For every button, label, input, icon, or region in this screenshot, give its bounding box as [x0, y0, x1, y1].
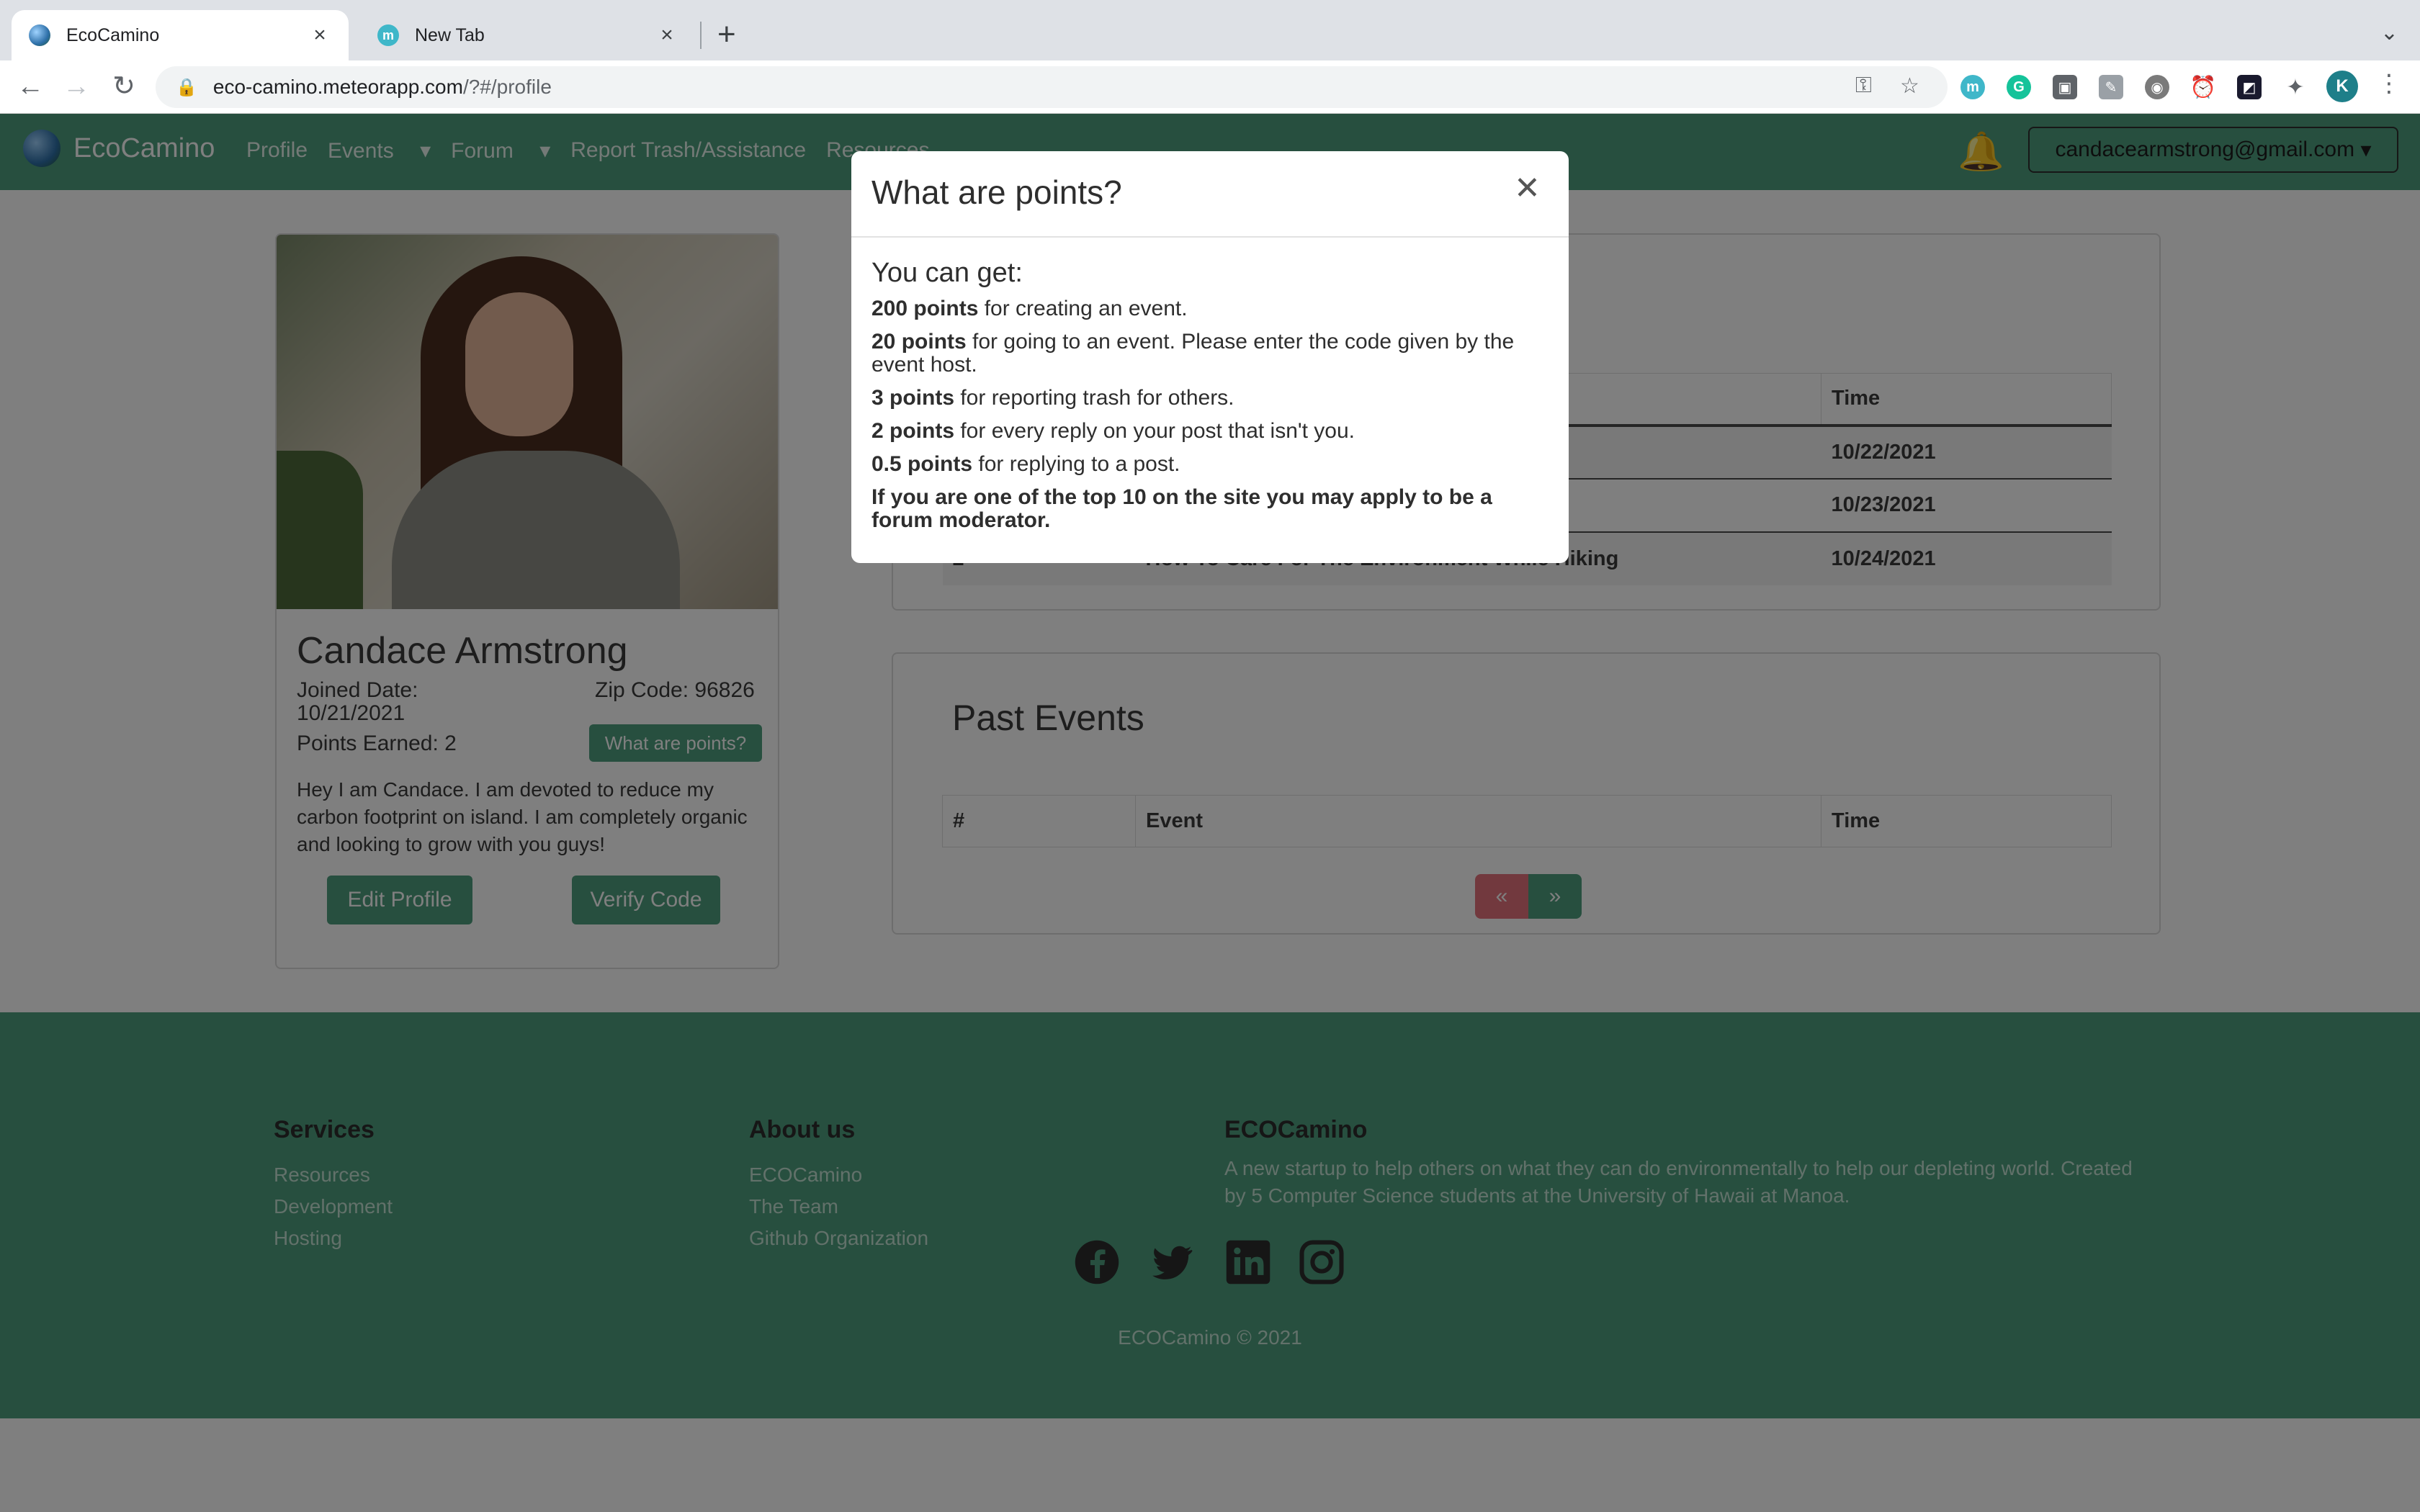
points-rule-text: for creating an event.	[978, 297, 1188, 320]
meteor-favicon-icon: m	[377, 24, 399, 46]
url-host: eco-camino.meteorapp.com	[212, 76, 463, 98]
key-icon[interactable]: ⚿	[1855, 73, 1872, 98]
points-modal: What are points? ✕ You can get: 200 poin…	[851, 151, 1569, 563]
close-icon[interactable]: ✕	[1514, 173, 1541, 204]
browser-toolbar: ← → ↻ 🔒 eco-camino.meteorapp.com/?#/prof…	[0, 60, 2420, 114]
points-rule-item: 200 points for creating an event.	[871, 297, 1549, 320]
close-tab-icon[interactable]: ×	[308, 23, 331, 48]
lock-icon: 🔒	[176, 77, 197, 97]
tab-title: New Tab	[415, 24, 485, 45]
close-tab-icon[interactable]: ×	[655, 23, 678, 48]
extension-icon[interactable]: ✎	[2099, 75, 2123, 99]
points-amount: 200 points	[871, 297, 979, 320]
tab-title: EcoCamino	[66, 24, 160, 45]
extension-icon[interactable]: ◉	[2145, 75, 2169, 99]
points-rule-text: for every reply on your post that isn't …	[954, 419, 1355, 443]
alarm-clock-icon[interactable]: ⏰	[2190, 75, 2217, 99]
reload-icon[interactable]: ↻	[108, 71, 140, 102]
points-amount: 20 points	[871, 330, 967, 354]
modal-body: You can get: 200 points for creating an …	[871, 258, 1549, 542]
points-rule-item: 20 points for going to an event. Please …	[871, 330, 1549, 377]
tab-separator	[700, 22, 702, 49]
points-rule-text: for going to an event. Please enter the …	[871, 330, 1515, 377]
browser-tab-strip: EcoCamino × m New Tab × + ⌄	[0, 0, 2420, 60]
points-amount: 3 points	[871, 386, 955, 410]
modal-subtitle: You can get:	[871, 258, 1023, 288]
bookmark-star-icon[interactable]: ☆	[1900, 73, 1919, 99]
web-page: EcoCamino Profile Events ▾ Forum ▾ Repor…	[0, 114, 2420, 1512]
points-rule-item: 3 points for reporting trash for others.	[871, 387, 1549, 410]
puzzle-extensions-icon[interactable]: ✦	[2283, 75, 2308, 99]
extension-icon[interactable]: ◩	[2237, 75, 2262, 99]
back-arrow-icon[interactable]: ←	[14, 71, 46, 102]
points-amount: 0.5 points	[871, 452, 973, 476]
globe-favicon-icon	[29, 24, 50, 46]
extension-icon[interactable]: ▣	[2053, 75, 2077, 99]
url-path: /?#/profile	[462, 76, 552, 98]
new-tab-plus-icon[interactable]: +	[717, 16, 736, 53]
address-bar[interactable]: 🔒 eco-camino.meteorapp.com/?#/profile ⚿ …	[156, 66, 1948, 108]
browser-menu-icon[interactable]: ⋮	[2377, 69, 2401, 98]
points-amount: 2 points	[871, 419, 955, 443]
modal-header: What are points? ✕	[851, 151, 1569, 238]
forward-arrow-icon[interactable]: →	[60, 71, 92, 102]
grammarly-extension-icon[interactable]: G	[2007, 75, 2031, 99]
browser-profile-avatar[interactable]: K	[2326, 71, 2358, 102]
points-rule-text: for reporting trash for others.	[954, 386, 1234, 410]
modal-title: What are points?	[871, 174, 1122, 211]
tab-ecocamino[interactable]: EcoCamino ×	[12, 10, 349, 60]
tab-new-tab[interactable]: m New Tab ×	[360, 10, 696, 60]
points-rule-text: for replying to a post.	[972, 452, 1180, 476]
points-rule-item: 2 points for every reply on your post th…	[871, 420, 1549, 443]
meteor-extension-icon[interactable]: m	[1960, 75, 1985, 99]
tab-search-chevron-icon[interactable]: ⌄	[2380, 20, 2398, 45]
points-rule-item: 0.5 points for replying to a post.	[871, 453, 1549, 476]
moderator-note: If you are one of the top 10 on the site…	[871, 485, 1492, 532]
